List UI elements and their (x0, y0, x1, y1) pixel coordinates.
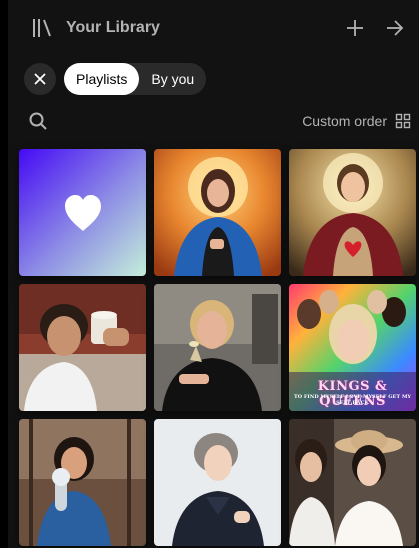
filter-chips: Playlists By you (24, 63, 207, 95)
playlist-tile[interactable] (19, 284, 146, 411)
heart-icon (65, 195, 101, 231)
chip-group: Playlists By you (64, 63, 207, 95)
clear-filter-button[interactable] (24, 63, 56, 95)
search-library-button[interactable] (28, 111, 48, 131)
plus-icon (347, 20, 363, 36)
playlist-tile[interactable] (154, 149, 281, 276)
playlist-tile[interactable] (289, 149, 416, 276)
playlist-tile[interactable] (289, 419, 416, 546)
chip-playlists[interactable]: Playlists (64, 63, 140, 95)
close-icon (34, 73, 46, 85)
liked-songs-tile[interactable] (19, 149, 146, 276)
playlist-cover-image (289, 419, 416, 546)
playlist-cover-image (289, 149, 416, 276)
playlist-cover-image (154, 149, 281, 276)
playlist-tile[interactable] (154, 284, 281, 411)
search-icon (29, 112, 47, 130)
playlist-cover-image (19, 419, 146, 546)
sort-label: Custom order (302, 113, 387, 129)
create-playlist-button[interactable] (344, 17, 366, 39)
playlist-cover-image (154, 284, 281, 411)
playlist-tile[interactable] (154, 419, 281, 546)
expand-library-button[interactable] (384, 17, 406, 39)
sort-dropdown[interactable]: Custom order (302, 110, 411, 132)
arrow-right-icon (387, 20, 404, 36)
chip-by-you[interactable]: By you (139, 63, 206, 95)
cover-subtitle: TO FIND MYSELF LOVE MYSELF GET MY SELF B… (294, 394, 411, 406)
library-header: Your Library (8, 0, 419, 56)
grid-view-icon (395, 113, 411, 129)
library-title: Your Library (66, 19, 160, 36)
playlist-cover-image (19, 284, 146, 411)
playlist-cover-image (154, 419, 281, 546)
your-library-button[interactable]: Your Library (30, 15, 160, 41)
library-icon (33, 19, 51, 37)
library-panel: Your Library Playlists By you Custom ord… (8, 0, 419, 548)
playlist-tile[interactable]: KINGS & QUEENS TO FIND MYSELF LOVE MYSEL… (289, 284, 416, 411)
playlist-tile[interactable] (19, 419, 146, 546)
library-grid: KINGS & QUEENS TO FIND MYSELF LOVE MYSEL… (19, 149, 416, 546)
